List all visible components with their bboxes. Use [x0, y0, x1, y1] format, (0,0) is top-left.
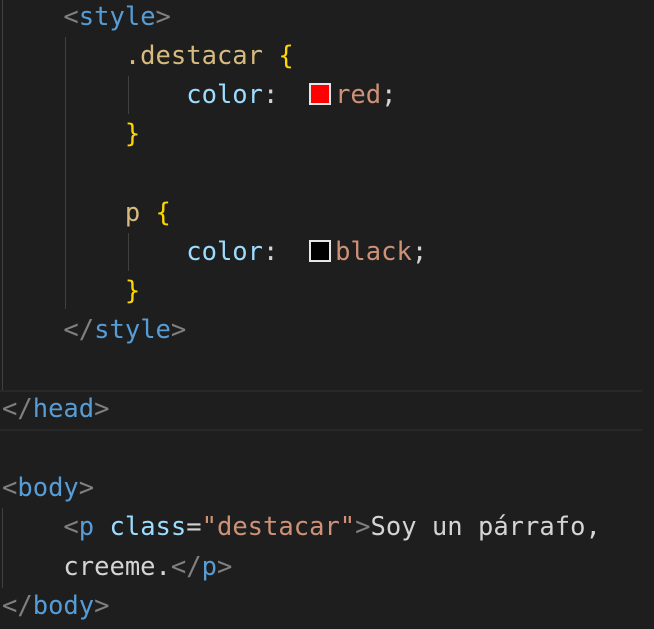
brace: { — [278, 41, 294, 71]
semicolon: ; — [381, 80, 397, 110]
css-value: red — [335, 80, 382, 110]
code-line: <body> — [2, 469, 94, 508]
attribute-name: class — [109, 512, 187, 542]
attribute-value: "destacar" — [201, 512, 356, 542]
tag-bracket: </ — [2, 394, 33, 424]
colon: : — [263, 237, 279, 267]
brace: { — [155, 198, 171, 228]
brace: } — [124, 119, 141, 149]
semicolon: ; — [411, 237, 428, 267]
code-line: </style> — [2, 311, 186, 350]
tag-bracket: > — [155, 2, 171, 32]
tag-bracket: </ — [170, 552, 202, 582]
color-swatch-icon[interactable] — [309, 240, 332, 262]
code-line: </body> — [2, 587, 110, 626]
tag-bracket: < — [2, 473, 18, 503]
tag-bracket: > — [170, 315, 187, 345]
code-editor[interactable]: <style> .destacar { color: red; } p { co… — [0, 0, 654, 629]
code-line: <p class="destacar">Soy un párrafo, — [2, 508, 601, 547]
css-property: color — [186, 237, 263, 267]
tag-name: body — [17, 473, 79, 503]
tag-bracket: </ — [2, 591, 33, 621]
tag-name: style — [94, 315, 171, 345]
code-line: } — [2, 115, 140, 154]
tag-bracket: > — [94, 394, 110, 424]
brace: } — [124, 276, 141, 306]
tag-bracket: > — [78, 473, 95, 503]
code-line: p { — [2, 194, 171, 233]
tag-bracket: > — [355, 512, 371, 542]
tag-name: head — [32, 394, 95, 424]
tag-bracket: < — [63, 2, 79, 32]
tag-name: body — [32, 591, 95, 621]
code-line: <style> — [2, 0, 171, 37]
tag-name: p — [78, 512, 95, 542]
code-line: color: black; — [2, 233, 427, 272]
code-line: creeme.</p> — [2, 548, 232, 587]
tag-bracket: > — [94, 591, 110, 621]
css-selector: p — [124, 198, 141, 228]
code-line: </head> — [2, 390, 110, 429]
css-value: black — [335, 237, 412, 267]
code-line: .destacar { — [2, 37, 294, 76]
paragraph-text: creeme. — [63, 552, 171, 582]
color-swatch-icon[interactable] — [309, 83, 332, 105]
css-selector: .destacar — [124, 41, 263, 71]
code-line: color: red; — [2, 76, 397, 115]
paragraph-text: Soy un párrafo, — [370, 512, 601, 542]
tag-bracket: </ — [63, 315, 95, 345]
tag-bracket: > — [216, 552, 233, 582]
equals: = — [186, 512, 202, 542]
css-property: color — [186, 80, 263, 110]
tag-name: style — [78, 2, 156, 32]
colon: : — [263, 80, 279, 110]
code-line: } — [2, 272, 140, 311]
tag-name: p — [201, 552, 217, 582]
tag-bracket: < — [63, 512, 79, 542]
